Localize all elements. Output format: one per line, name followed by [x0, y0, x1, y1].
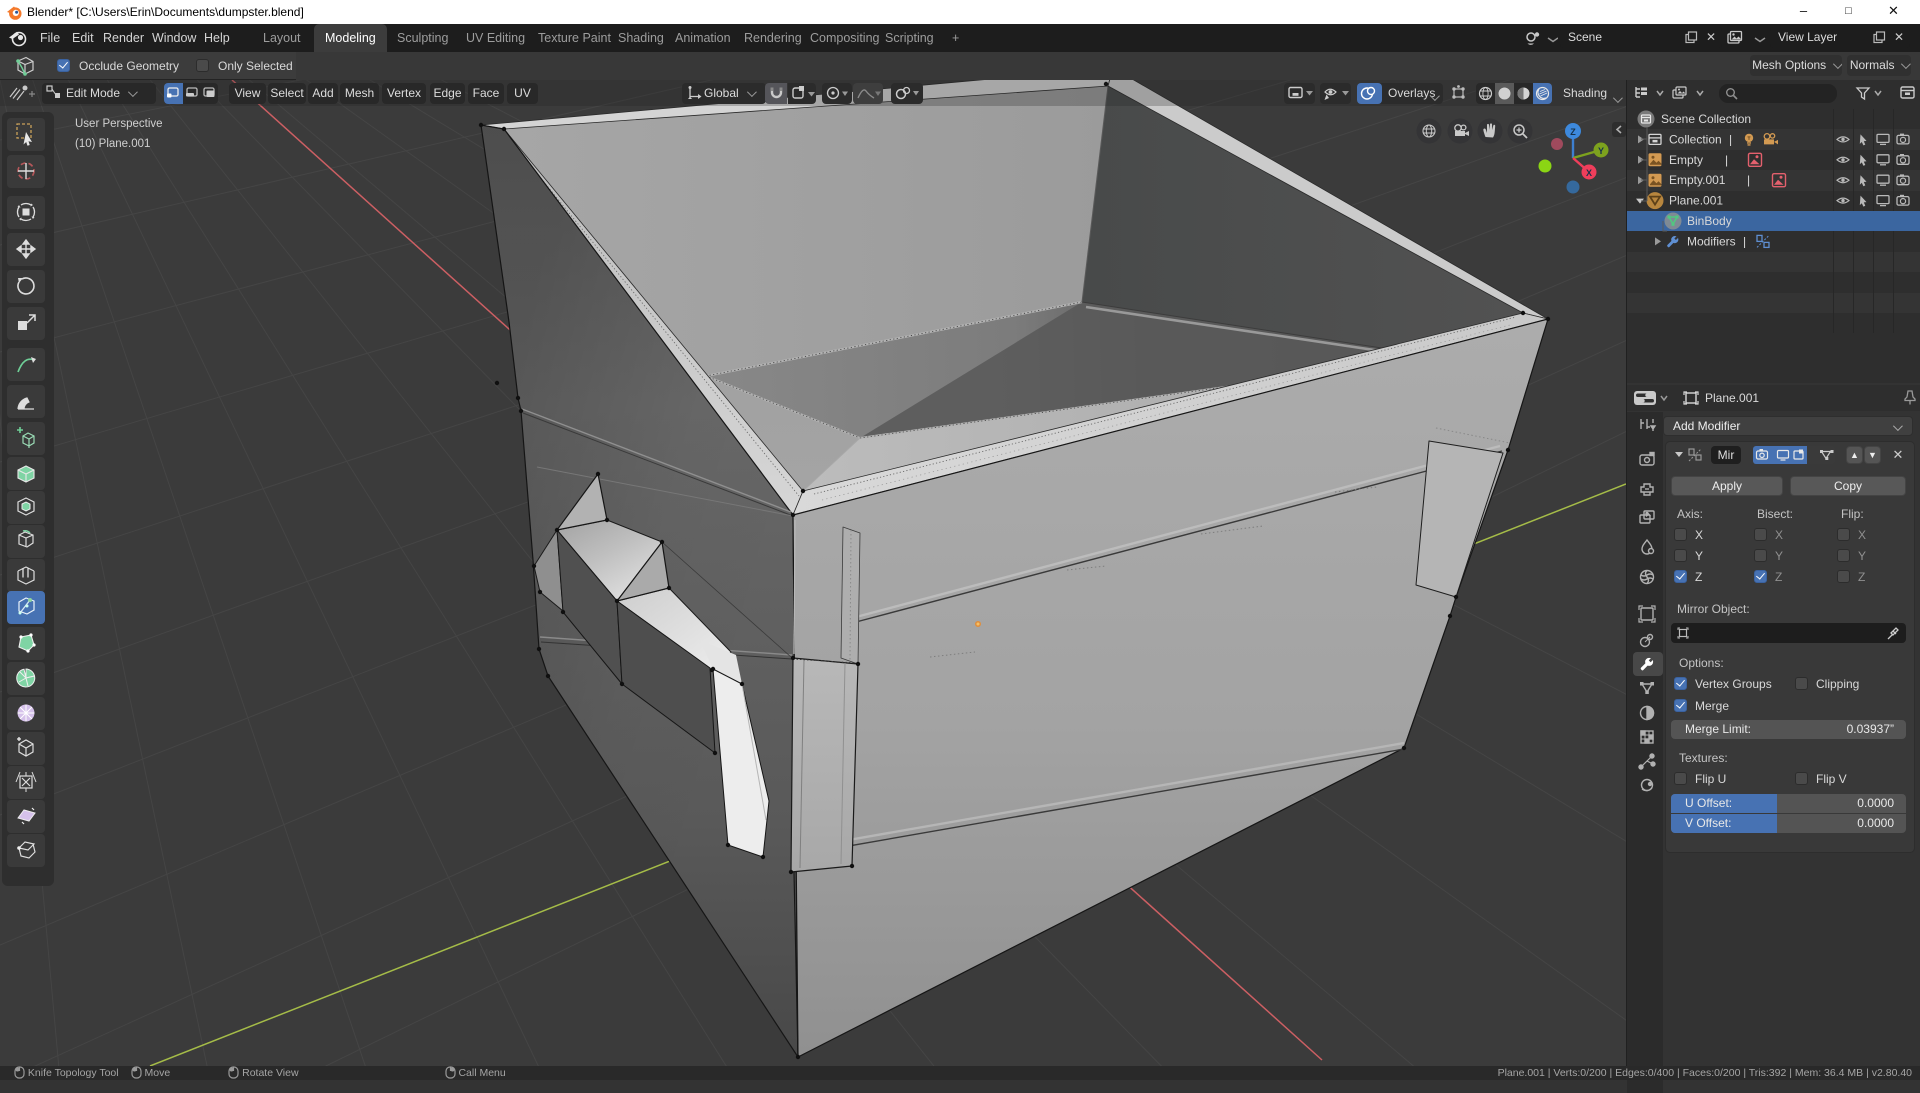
svg-text:X: X: [1586, 168, 1592, 178]
svg-text:|: |: [1729, 132, 1732, 146]
svg-text:Scene Collection: Scene Collection: [1661, 112, 1751, 126]
svg-text:Plane.001: Plane.001: [1669, 194, 1723, 208]
svg-text:|: |: [1725, 153, 1728, 167]
svg-text:Modifiers: Modifiers: [1687, 234, 1736, 248]
svg-text:Collection: Collection: [1669, 132, 1722, 146]
svg-text:Y: Y: [1598, 146, 1604, 156]
svg-text:Z: Z: [1570, 127, 1576, 137]
svg-text:|: |: [1743, 234, 1746, 248]
svg-text:Empty.001: Empty.001: [1669, 173, 1726, 187]
svg-text:Empty: Empty: [1669, 153, 1703, 167]
svg-text:BinBody: BinBody: [1687, 214, 1732, 228]
svg-text:|: |: [1747, 173, 1750, 187]
